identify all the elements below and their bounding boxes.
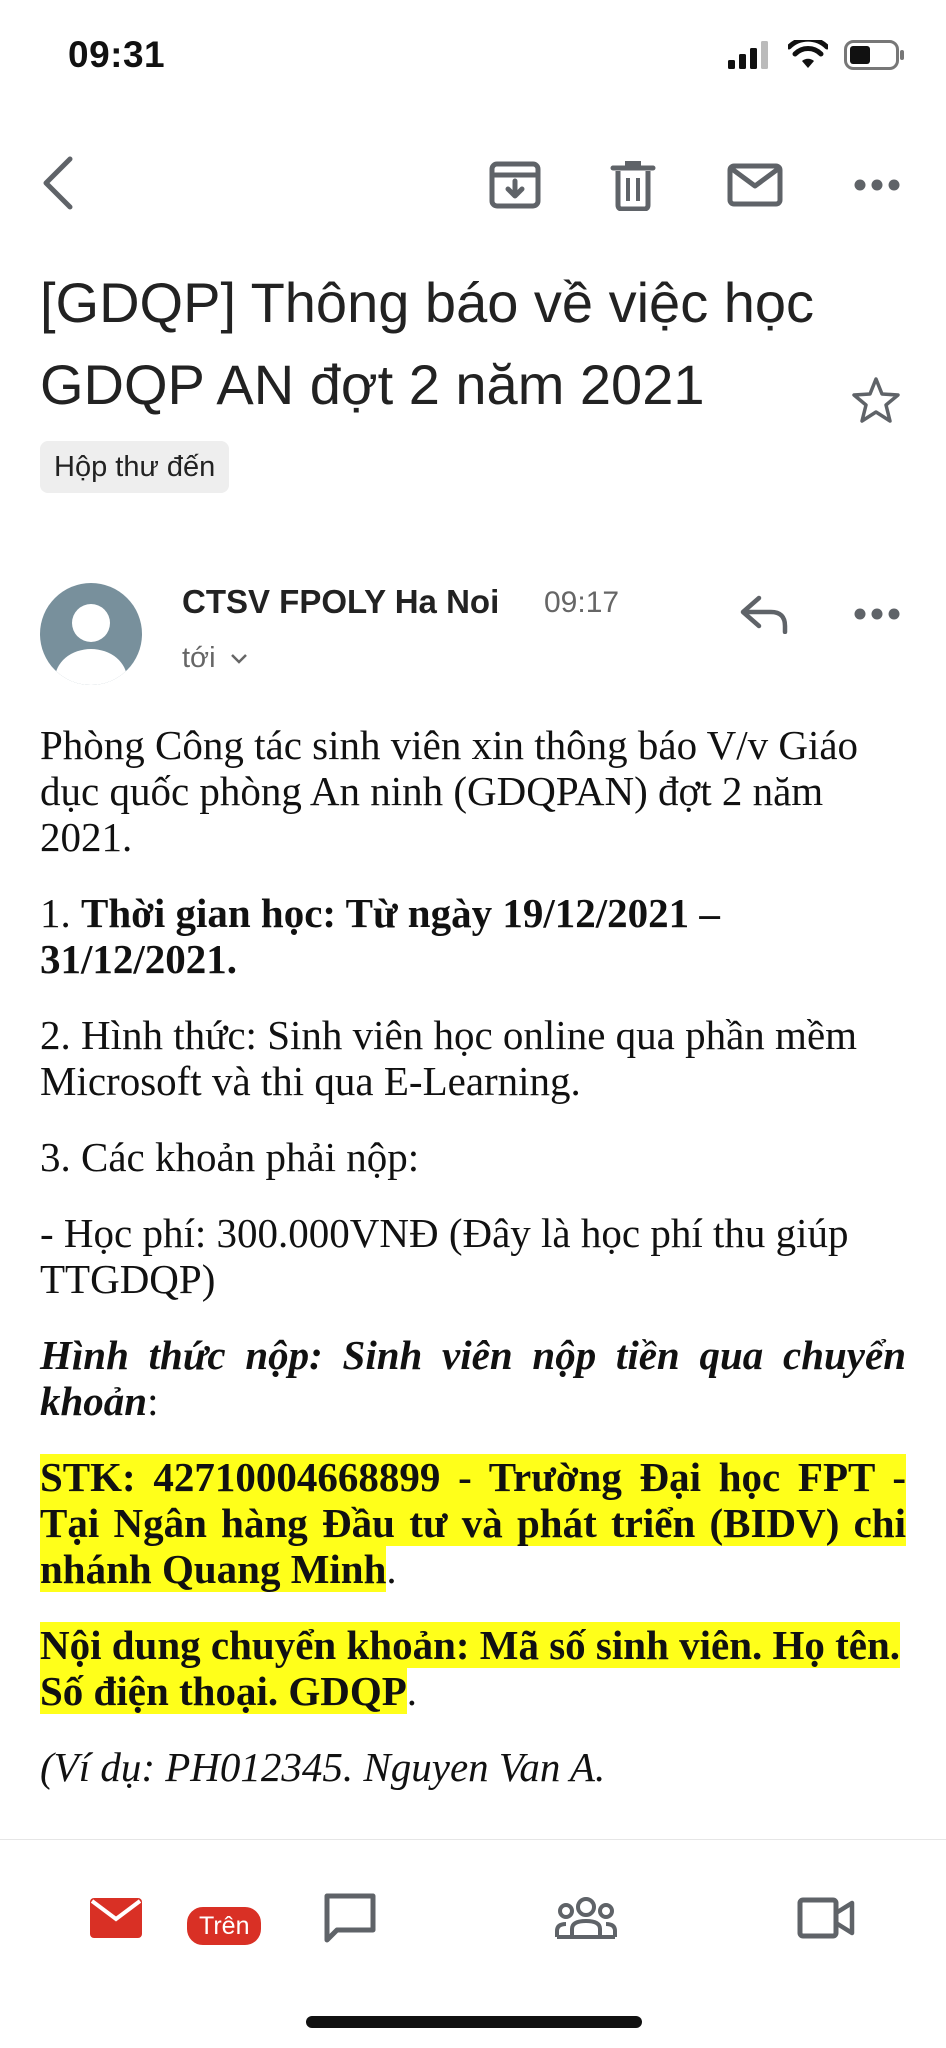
nav-mail[interactable]: Trên 99 xyxy=(56,1878,265,1978)
email-subject: [GDQP] Thông báo về việc học GDQP AN đợt… xyxy=(40,271,815,416)
reply-icon xyxy=(740,595,788,634)
reply-button[interactable] xyxy=(732,586,798,642)
archive-icon xyxy=(489,161,541,209)
body-item-format: 2. Hình thức: Sinh viên học online qua p… xyxy=(40,1012,858,1104)
sender-time: 09:17 xyxy=(544,586,620,619)
body-payment-method: Hình thức nộp: Sinh viên nộp tiền qua ch… xyxy=(40,1332,906,1424)
trash-icon xyxy=(610,161,656,211)
mark-unread-button[interactable] xyxy=(718,152,792,218)
body-example: (Ví dụ: PH012345. Nguyen Van A. xyxy=(40,1744,606,1790)
payment-method-label: Hình thức nộp: Sinh viên nộp tiền qua ch… xyxy=(40,1332,906,1424)
group-icon xyxy=(555,1897,617,1939)
account-end: . xyxy=(386,1546,397,1592)
item-time-text: Thời gian học: Từ ngày 19/12/2021 – 31/1… xyxy=(40,890,720,982)
body-fee: - Học phí: 300.000VNĐ (Đây là học phí th… xyxy=(40,1210,849,1302)
cellular-signal-icon xyxy=(728,41,768,69)
payment-method-colon: : xyxy=(147,1378,159,1424)
message-more-button[interactable] xyxy=(844,588,910,640)
account-info: STK: 42710004668899 - Trường Đại học FPT… xyxy=(40,1454,906,1592)
archive-button[interactable] xyxy=(480,152,550,218)
back-button[interactable] xyxy=(30,150,86,216)
more-options-button[interactable] xyxy=(844,152,910,218)
delete-button[interactable] xyxy=(598,152,668,218)
status-icons xyxy=(728,40,906,70)
email-body: Phòng Công tác sinh viên xin thông báo V… xyxy=(40,722,906,1820)
star-button[interactable] xyxy=(846,370,906,430)
chat-icon xyxy=(324,1893,376,1943)
mail-icon xyxy=(90,1898,142,1938)
mail-icon xyxy=(727,163,783,207)
back-arrow-icon xyxy=(43,156,73,210)
person-icon xyxy=(55,604,127,685)
inbox-label-chip[interactable]: Hộp thư đến xyxy=(40,441,230,493)
chevron-down-icon xyxy=(230,653,247,664)
recipient-toggle[interactable]: tới xyxy=(182,642,248,675)
battery-icon xyxy=(844,40,904,70)
body-account: STK: 42710004668899 - Trường Đại học FPT… xyxy=(40,1454,906,1592)
mail-count-badge: Trên 99 xyxy=(184,1904,265,1978)
wifi-icon xyxy=(788,40,828,68)
body-item-time: 1. Thời gian học: Từ ngày 19/12/2021 – 3… xyxy=(40,890,906,982)
nav-spaces[interactable] xyxy=(526,1878,646,1958)
transfer-content: Nội dung chuyển khoản: Mã số sinh viên. … xyxy=(40,1622,901,1714)
item-time-prefix: 1. xyxy=(40,890,81,936)
sender-name: CTSV FPOLY Ha Noi xyxy=(182,583,500,620)
body-intro: Phòng Công tác sinh viên xin thông báo V… xyxy=(40,722,859,860)
star-icon xyxy=(852,377,900,423)
home-indicator[interactable] xyxy=(306,2016,642,2028)
sender-avatar xyxy=(40,583,142,685)
nav-meet[interactable] xyxy=(766,1878,886,1958)
recipient-label: tới xyxy=(182,642,216,674)
more-horizontal-icon xyxy=(854,179,900,191)
nav-chat[interactable] xyxy=(290,1878,410,1958)
body-transfer-content: Nội dung chuyển khoản: Mã số sinh viên. … xyxy=(40,1622,906,1714)
transfer-end: . xyxy=(406,1668,418,1714)
more-horizontal-icon xyxy=(854,608,900,620)
body-item-fees: 3. Các khoản phải nộp: xyxy=(40,1134,420,1180)
video-camera-icon xyxy=(797,1897,855,1939)
status-time: 09:31 xyxy=(68,34,166,75)
